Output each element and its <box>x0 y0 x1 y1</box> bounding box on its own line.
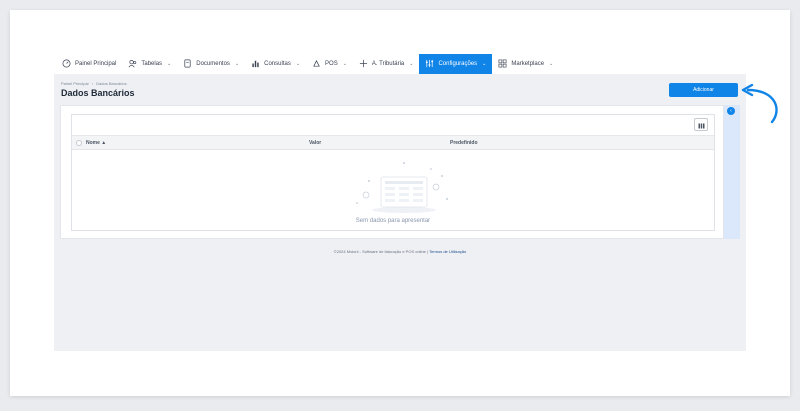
footer: ©2024 Moloni - Software de faturação e P… <box>54 249 746 254</box>
nav-item-label: A. Tributária <box>371 61 405 67</box>
chevron-down-icon: ⌄ <box>549 61 554 67</box>
pos-icon <box>312 59 321 70</box>
breadcrumb-current: Dados Bancários <box>96 81 127 86</box>
document-icon <box>183 59 192 70</box>
select-all-checkbox[interactable] <box>76 140 82 146</box>
column-header-valor[interactable]: Valor <box>309 140 321 146</box>
nav-item-consultas[interactable]: Consultas ⌄ <box>245 54 306 74</box>
nav-item-a-tributaria[interactable]: A. Tributária ⌄ <box>353 54 420 74</box>
column-header-nome[interactable]: Nome ▲ <box>86 140 106 146</box>
empty-state-illustration <box>356 162 448 213</box>
nav-item-configuracoes[interactable]: Configurações ⌄ <box>419 54 493 74</box>
nav-item-tabelas[interactable]: Tabelas ⌄ <box>122 54 177 74</box>
page-title: Dados Bancários <box>61 88 135 98</box>
column-header-predefinido[interactable]: Predefinido <box>450 140 478 146</box>
dashboard-icon <box>62 59 71 70</box>
nav-item-label: Configurações <box>438 61 478 67</box>
nav-item-marketplace[interactable]: Marketplace ⌄ <box>492 54 559 74</box>
chevron-down-icon: ⌄ <box>409 61 414 67</box>
chevron-down-icon: ⌄ <box>295 61 301 67</box>
breadcrumb: Painel Principal › Dados Bancários <box>61 81 129 86</box>
data-table: Nome ▲ Valor Predefinido Sem dados para … <box>71 114 715 231</box>
settings-icon <box>425 59 434 70</box>
marketplace-icon <box>498 59 507 70</box>
app-window: Painel Principal Tabelas ⌄ Documentos ⌄ … <box>54 54 746 351</box>
nav-item-documentos[interactable]: Documentos ⌄ <box>177 54 245 74</box>
annotation-arrow-icon <box>741 84 778 124</box>
breadcrumb-separator: › <box>91 81 94 86</box>
table-toolbar <box>72 115 714 136</box>
terms-link[interactable]: Termos de Utilização <box>429 249 466 254</box>
footer-text: ©2024 Moloni - Software de faturação e P… <box>333 249 429 254</box>
users-icon <box>128 59 137 70</box>
empty-state-message: Sem dados para apresentar <box>355 218 431 224</box>
chevron-down-icon: ⌄ <box>482 61 487 67</box>
nav-item-label: Painel Principal <box>75 61 117 67</box>
nav-item-label: Documentos <box>196 61 230 67</box>
chevron-down-icon: ⌄ <box>342 61 347 67</box>
nav-item-label: Tabelas <box>141 61 163 67</box>
chevron-down-icon: ⌄ <box>167 61 172 67</box>
nav-item-label: POS <box>325 61 338 67</box>
nav-item-painel-principal[interactable]: Painel Principal <box>56 54 122 74</box>
columns-toggle-button[interactable] <box>694 118 708 131</box>
breadcrumb-link-painel[interactable]: Painel Principal <box>61 81 89 86</box>
table-header: Nome ▲ Valor Predefinido <box>72 136 714 150</box>
side-panel-toggle[interactable]: ‹ <box>727 107 735 115</box>
nav-item-label: Marketplace <box>511 61 545 67</box>
nav-item-label: Consultas <box>264 61 291 67</box>
chevron-left-icon: ‹ <box>730 108 732 114</box>
chevron-down-icon: ⌄ <box>234 61 240 67</box>
content-panel: Nome ▲ Valor Predefinido Sem dados para … <box>60 105 724 239</box>
nav-item-pos[interactable]: POS ⌄ <box>306 54 353 74</box>
columns-icon <box>698 116 705 134</box>
tax-icon <box>359 59 368 70</box>
add-button[interactable]: Adicionar <box>669 83 738 97</box>
chart-icon <box>251 59 260 70</box>
main-navbar: Painel Principal Tabelas ⌄ Documentos ⌄ … <box>54 54 746 74</box>
